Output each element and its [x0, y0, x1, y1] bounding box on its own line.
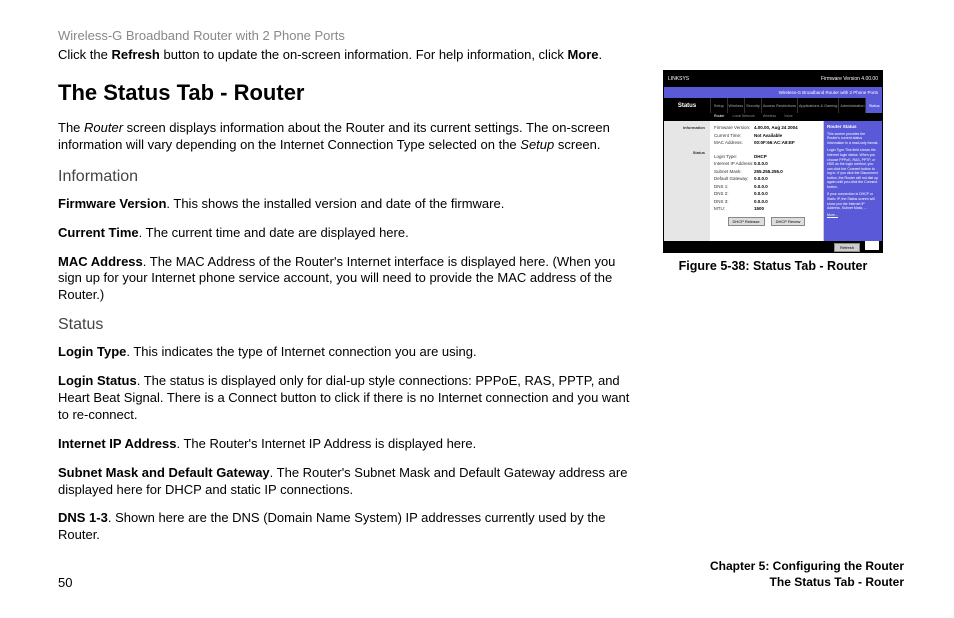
- ui-st-mask-v: 255.255.255.0: [754, 169, 783, 174]
- page-title: The Status Tab - Router: [58, 80, 633, 106]
- ui-btn-refresh[interactable]: Refresh: [834, 243, 860, 252]
- item-dns: DNS 1-3. Shown here are the DNS (Domain …: [58, 510, 633, 544]
- ui-info-mac-l: MAC Address:: [714, 140, 754, 145]
- item-mac-address: MAC Address. The MAC Address of the Rout…: [58, 254, 633, 305]
- dns-term: DNS 1-3: [58, 510, 108, 525]
- logintype-desc: . This indicates the type of Internet co…: [126, 344, 476, 359]
- ui-help-p1: This screen provides the Router's curren…: [827, 132, 879, 146]
- dns-desc: . Shown here are the DNS (Domain Name Sy…: [58, 510, 605, 542]
- item-login-type: Login Type. This indicates the type of I…: [58, 344, 633, 361]
- inetip-desc: . The Router's Internet IP Address is di…: [176, 436, 476, 451]
- logintype-term: Login Type: [58, 344, 126, 359]
- ui-info-fw-l: Firmware Version:: [714, 125, 754, 130]
- desc-post: screen.: [554, 137, 600, 152]
- ui-st-mtu-v: 1500: [754, 206, 764, 211]
- ui-tab-admin[interactable]: Administration: [838, 98, 865, 113]
- ui-fw: Firmware Version 4.00.00: [821, 76, 878, 82]
- ui-btn-dhcp-release[interactable]: DHCP Release: [728, 217, 765, 226]
- ui-info-time-v: Not Available: [754, 133, 782, 138]
- intro-bold-more: More: [567, 47, 598, 62]
- intro-text: Click the Refresh button to update the o…: [58, 47, 904, 62]
- ui-info-time-l: Current Time:: [714, 133, 754, 138]
- item-firmware: Firmware Version. This shows the install…: [58, 196, 633, 213]
- cisco-logo-icon: [865, 241, 879, 250]
- mac-term: MAC Address: [58, 254, 143, 269]
- curtime-term: Current Time: [58, 225, 139, 240]
- desc-i-router: Router: [84, 120, 123, 135]
- ui-st-gw-v: 0.0.0.0: [754, 176, 768, 181]
- ui-info-mac-v: 00:0F:66:AC:A8:EF: [754, 140, 795, 145]
- ui-tab-setup[interactable]: Setup: [710, 98, 727, 113]
- ui-subtab-router[interactable]: Router: [710, 113, 729, 121]
- item-login-status: Login Status. The status is displayed on…: [58, 373, 633, 424]
- ui-st-login-l: Login Type:: [714, 154, 754, 159]
- section-information: Information: [58, 168, 633, 186]
- router-screenshot: LINKSYS Firmware Version 4.00.00 Wireles…: [663, 70, 883, 253]
- chapter-footer: Chapter 5: Configuring the Router The St…: [710, 558, 904, 590]
- intro-post: .: [599, 47, 603, 62]
- figure-caption: Figure 5-38: Status Tab - Router: [663, 259, 883, 273]
- intro-mid: button to update the on-screen informati…: [160, 47, 568, 62]
- ui-st-dns2-v: 0.0.0.0: [754, 191, 768, 196]
- ui-st-ip-v: 0.0.0.0: [754, 161, 768, 166]
- subnet-term: Subnet Mask and Default Gateway: [58, 465, 270, 480]
- ui-help-more[interactable]: More...: [827, 213, 879, 218]
- title-description: The Router screen displays information a…: [58, 120, 633, 154]
- ui-prod-title: Wireless-G Broadband Router with 2 Phone…: [779, 90, 878, 95]
- ui-help-title: Router Status: [827, 124, 879, 130]
- ui-subtab-wireless[interactable]: Wireless: [759, 113, 780, 121]
- ui-subtab-local[interactable]: Local Network: [729, 113, 759, 121]
- page-number: 50: [58, 575, 72, 590]
- chapter-subtitle: The Status Tab - Router: [710, 574, 904, 590]
- chapter-title: Chapter 5: Configuring the Router: [710, 558, 904, 574]
- item-current-time: Current Time. The current time and date …: [58, 225, 633, 242]
- desc-pre: The: [58, 120, 84, 135]
- figure-column: LINKSYS Firmware Version 4.00.00 Wireles…: [663, 70, 883, 273]
- ui-help-p2: Login Type This field shows the Internet…: [827, 148, 879, 189]
- product-header: Wireless-G Broadband Router with 2 Phone…: [58, 28, 904, 43]
- ui-st-dns2-l: DNS 2:: [714, 191, 754, 196]
- ui-st-ip-l: Internet IP Address:: [714, 161, 754, 166]
- loginstatus-term: Login Status: [58, 373, 137, 388]
- ui-help-p3: If your connection is DHCP or Static IP,…: [827, 192, 879, 210]
- ui-st-dns3-v: 0.0.0.0: [754, 199, 768, 204]
- ui-st-login-v: DHCP: [754, 154, 767, 159]
- ui-st-dns3-l: DNS 3:: [714, 199, 754, 204]
- curtime-desc: . The current time and date are displaye…: [139, 225, 409, 240]
- ui-brand: LINKSYS: [668, 76, 689, 82]
- item-subnet-gateway: Subnet Mask and Default Gateway. The Rou…: [58, 465, 633, 499]
- ui-tab-access[interactable]: Access Restrictions: [761, 98, 797, 113]
- loginstatus-desc: . The status is displayed only for dial-…: [58, 373, 629, 422]
- firmware-desc: . This shows the installed version and d…: [166, 196, 504, 211]
- ui-nav-label: Status: [664, 98, 710, 113]
- ui-tab-status[interactable]: Status: [865, 98, 882, 113]
- ui-info-fw-v: 4.00.00, Aug 24 2004: [754, 125, 798, 130]
- ui-st-dns1-v: 0.0.0.0: [754, 184, 768, 189]
- ui-st-gw-l: Default Gateway:: [714, 176, 754, 181]
- ui-side-status: Status: [666, 150, 708, 155]
- item-internet-ip: Internet IP Address. The Router's Intern…: [58, 436, 633, 453]
- ui-subtab-voice[interactable]: Voice: [780, 113, 797, 121]
- ui-st-mtu-l: MTU:: [714, 206, 754, 211]
- ui-tab-apps[interactable]: Applications & Gaming: [797, 98, 838, 113]
- firmware-term: Firmware Version: [58, 196, 166, 211]
- ui-btn-dhcp-renew[interactable]: DHCP Renew: [771, 217, 806, 226]
- desc-i-setup: Setup: [520, 137, 554, 152]
- ui-tab-wireless[interactable]: Wireless: [727, 98, 745, 113]
- intro-pre: Click the: [58, 47, 111, 62]
- ui-side-info: Information: [666, 125, 708, 130]
- inetip-term: Internet IP Address: [58, 436, 176, 451]
- main-content: The Status Tab - Router The Router scree…: [58, 80, 633, 556]
- intro-bold-refresh: Refresh: [111, 47, 159, 62]
- ui-st-dns1-l: DNS 1:: [714, 184, 754, 189]
- ui-tab-security[interactable]: Security: [744, 98, 761, 113]
- section-status: Status: [58, 316, 633, 334]
- ui-st-mask-l: Subnet Mask:: [714, 169, 754, 174]
